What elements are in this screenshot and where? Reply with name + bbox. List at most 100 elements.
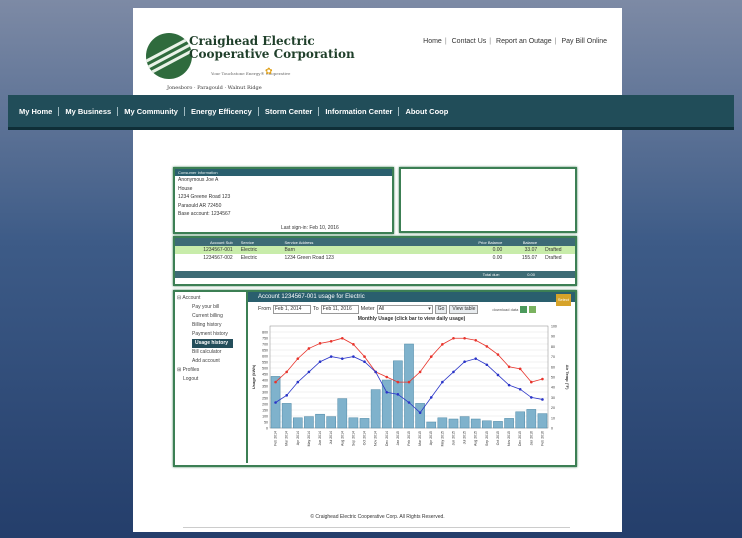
usage-bar[interactable] xyxy=(348,417,359,429)
temp-point xyxy=(407,380,411,384)
usage-bar[interactable] xyxy=(415,403,425,429)
nav-my-business[interactable]: My Business xyxy=(59,106,119,116)
go-button[interactable]: Go xyxy=(434,304,448,314)
sidebar-item-current-billing[interactable]: Current billing xyxy=(177,312,242,321)
usage-bar[interactable] xyxy=(470,418,481,429)
y-tick-label: 550 xyxy=(262,361,268,365)
usage-bar[interactable] xyxy=(326,416,336,429)
select-button[interactable]: Select xyxy=(555,294,571,306)
usage-bar[interactable] xyxy=(281,403,292,429)
temp-point xyxy=(463,360,466,363)
usage-bar[interactable] xyxy=(515,411,526,429)
nav-storm-center[interactable]: Storm Center xyxy=(259,106,320,116)
usage-bar[interactable] xyxy=(537,413,548,429)
temp-point xyxy=(474,357,478,360)
print-icon[interactable] xyxy=(529,305,537,313)
x-tick-label: Jun 2015 xyxy=(451,431,455,445)
usage-bar[interactable] xyxy=(448,418,459,429)
temp-point xyxy=(407,401,411,404)
table-row[interactable]: 1234567-001 Electric Barn 0.00 33.07 Dra… xyxy=(175,246,575,254)
account-sub: 1234567-001 xyxy=(203,247,233,253)
view-table-button[interactable]: View table xyxy=(449,304,479,314)
meter-label: Meter xyxy=(360,306,375,312)
usage-bar[interactable] xyxy=(292,417,303,429)
temp-point xyxy=(530,380,533,384)
consumer-street: 1234 Greene Road 123 xyxy=(178,194,231,200)
y-tick-label: 250 xyxy=(262,397,268,401)
consumer-city: Paraould AR 72450 xyxy=(178,202,222,209)
sidebar-profiles-label: Profiles xyxy=(182,367,200,373)
usage-bar[interactable] xyxy=(404,343,414,429)
table-row[interactable]: 1234567-002 Electric 1234 Green Road 123… xyxy=(175,254,575,262)
chart-title: Monthly Usage (click bar to view daily u… xyxy=(357,316,466,322)
y-tick-label: 500 xyxy=(262,367,268,371)
x-tick-label: Jul 2014 xyxy=(329,431,333,444)
usage-bar[interactable] xyxy=(337,398,348,429)
usage-bar[interactable] xyxy=(370,389,381,429)
y-tick-label: 400 xyxy=(262,379,268,383)
temp-point xyxy=(496,373,500,377)
from-date-input[interactable]: Feb 1, 2014 xyxy=(272,304,311,314)
usage-bar[interactable] xyxy=(459,416,470,429)
top-links: Home | Contact Us | Report an Outage | Pay … xyxy=(423,38,607,45)
total-row: Total due: 0.00 xyxy=(175,271,575,278)
sidebar-profiles[interactable]: ⊞ Profiles xyxy=(177,366,242,375)
temp-point xyxy=(352,355,355,358)
y2-tick-label: 50 xyxy=(551,376,555,380)
sidebar-item-pay-bill[interactable]: Pay your bill xyxy=(177,303,242,312)
usage-bar[interactable] xyxy=(359,418,370,429)
status: Drafted xyxy=(545,247,562,253)
meter-select[interactable]: All ▾ xyxy=(376,304,433,314)
total-value: 0.00 xyxy=(527,272,535,277)
contact-us-link[interactable]: Contact Us xyxy=(452,38,487,45)
nav-my-home[interactable]: My Home xyxy=(13,106,60,116)
y-tick-label: 650 xyxy=(262,349,268,353)
col-service-address: Service Address xyxy=(284,239,314,245)
x-tick-label: Jul 2015 xyxy=(463,431,467,444)
sidebar-logout[interactable]: Logout xyxy=(177,375,242,384)
temp-point xyxy=(296,380,300,384)
nav-information-center[interactable]: Information Center xyxy=(319,106,400,116)
x-tick-label: Jun 2014 xyxy=(318,431,322,445)
accounts-table: Account Sub Service Service Address Prio… xyxy=(173,236,577,286)
sidebar-account[interactable]: ⊟ Account xyxy=(177,294,242,303)
coop-logo-icon[interactable] xyxy=(146,33,192,79)
usage-panel-header: Account 1234567-001 usage for Electric S… xyxy=(248,292,575,306)
usage-bar[interactable] xyxy=(426,421,437,429)
y-tick-label: 800 xyxy=(262,331,268,335)
sidebar-item-usage-history[interactable]: Usage history xyxy=(192,339,233,348)
temp-point xyxy=(385,375,389,379)
usage-bar[interactable] xyxy=(493,421,503,429)
usage-bar[interactable] xyxy=(437,417,448,429)
home-link[interactable]: Home xyxy=(423,38,442,45)
y-tick-label: 350 xyxy=(262,385,268,389)
report-outage-link[interactable]: Report an Outage xyxy=(496,38,552,45)
nav-my-community[interactable]: My Community xyxy=(118,106,185,116)
download-data-link[interactable]: download data xyxy=(492,307,518,312)
excel-icon[interactable] xyxy=(520,305,528,313)
temp-point xyxy=(418,370,422,374)
x-tick-label: Oct 2014 xyxy=(363,431,367,445)
temp-point xyxy=(340,357,344,360)
company-name[interactable]: Craighead Electric Cooperative Corporati… xyxy=(189,35,355,61)
nav-energy-efficency[interactable]: Energy Efficency xyxy=(185,106,259,116)
to-date-input[interactable]: Feb 11, 2016 xyxy=(320,304,359,314)
footer-copyright: © Craighead Electric Cooperative Corp. A… xyxy=(310,514,445,520)
nav-about-coop[interactable]: About Coop xyxy=(399,107,454,116)
usage-bar[interactable] xyxy=(504,418,514,429)
temp-point xyxy=(274,380,277,384)
usage-bar[interactable] xyxy=(315,413,325,429)
y-tick-label: 150 xyxy=(262,409,268,413)
y-axis-label: Usage (kWh) xyxy=(251,364,256,389)
sidebar-item-billing-history[interactable]: Billing history xyxy=(177,321,242,330)
table-spacer xyxy=(175,262,575,271)
sidebar-item-payment-history[interactable]: Payment history xyxy=(177,330,242,339)
x-tick-label: May 2015 xyxy=(440,431,444,446)
usage-bar[interactable] xyxy=(526,409,537,429)
pay-bill-link[interactable]: Pay Bill Online xyxy=(561,38,607,45)
usage-bar[interactable] xyxy=(482,420,492,429)
temp-point xyxy=(418,411,422,414)
sidebar-item-bill-calculator[interactable]: Bill calculator xyxy=(177,348,242,357)
usage-bar[interactable] xyxy=(304,416,314,429)
sidebar-item-add-account[interactable]: Add account xyxy=(177,357,242,366)
